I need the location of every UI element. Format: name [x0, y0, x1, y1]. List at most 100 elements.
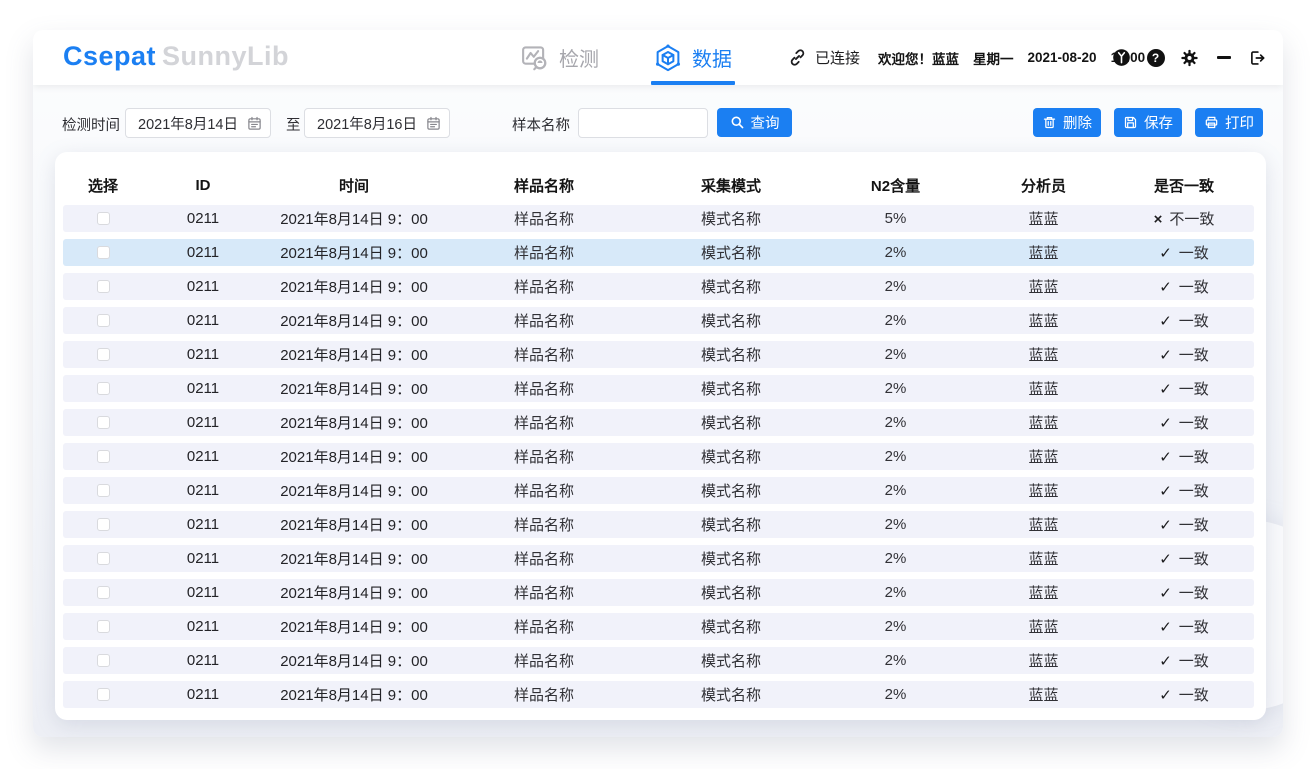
table-row[interactable]: 0211 2021年8月14日 9：00 样品名称 模式名称 2% 蓝蓝 ✓一致	[63, 273, 1254, 300]
cell-analyst: 蓝蓝	[972, 548, 1115, 569]
consistency-status: 一致	[1179, 381, 1209, 398]
table-row[interactable]: 0211 2021年8月14日 9：00 样品名称 模式名称 2% 蓝蓝 ✓一致	[63, 375, 1254, 402]
cell-consistency: ✓一致	[1115, 344, 1253, 365]
cell-time: 2021年8月14日 9：00	[263, 480, 445, 501]
row-checkbox[interactable]	[97, 450, 110, 463]
cell-n2: 2%	[819, 448, 972, 465]
table-row[interactable]: 0211 2021年8月14日 9：00 样品名称 模式名称 2% 蓝蓝 ✓一致	[63, 409, 1254, 436]
table-row[interactable]: 0211 2021年8月14日 9：00 样品名称 模式名称 5% 蓝蓝 ×不一…	[63, 205, 1254, 232]
consistency-status: 一致	[1179, 517, 1209, 534]
cell-sample: 样品名称	[445, 242, 643, 263]
row-checkbox[interactable]	[97, 280, 110, 293]
table-row[interactable]: 0211 2021年8月14日 9：00 样品名称 模式名称 2% 蓝蓝 ✓一致	[63, 307, 1254, 334]
save-button[interactable]: 保存	[1114, 108, 1182, 137]
cell-consistency: ✓一致	[1115, 548, 1253, 569]
cell-time: 2021年8月14日 9：00	[263, 616, 445, 637]
row-checkbox[interactable]	[97, 416, 110, 429]
consistency-mark-icon: ✓	[1159, 312, 1172, 330]
table-row[interactable]: 0211 2021年8月14日 9：00 样品名称 模式名称 2% 蓝蓝 ✓一致	[63, 681, 1254, 708]
cell-consistency: ✓一致	[1115, 582, 1253, 603]
cell-id: 0211	[143, 652, 263, 669]
chart-magnifier-icon	[520, 43, 550, 73]
consistency-mark-icon: ✓	[1159, 686, 1172, 704]
table-row[interactable]: 0211 2021年8月14日 9：00 样品名称 模式名称 2% 蓝蓝 ✓一致	[63, 613, 1254, 640]
row-checkbox[interactable]	[97, 484, 110, 497]
table-header-row: 选择 ID 时间 样品名称 采集模式 N2含量 分析员 是否一致	[63, 165, 1254, 205]
row-checkbox[interactable]	[97, 688, 110, 701]
cell-time: 2021年8月14日 9：00	[263, 412, 445, 433]
cell-consistency: ✓一致	[1115, 616, 1253, 637]
cell-consistency: ✓一致	[1115, 514, 1253, 535]
cell-sample: 样品名称	[445, 514, 643, 535]
cell-n2: 2%	[819, 686, 972, 703]
table-row[interactable]: 0211 2021年8月14日 9：00 样品名称 模式名称 2% 蓝蓝 ✓一致	[63, 443, 1254, 470]
row-checkbox[interactable]	[97, 212, 110, 225]
consistency-status: 一致	[1179, 483, 1209, 500]
sample-name-input[interactable]	[578, 108, 708, 138]
delete-button-label: 删除	[1063, 112, 1092, 133]
table-row[interactable]: 0211 2021年8月14日 9：00 样品名称 模式名称 2% 蓝蓝 ✓一致	[63, 579, 1254, 606]
row-checkbox[interactable]	[97, 654, 110, 667]
cell-mode: 模式名称	[643, 650, 819, 671]
tab-detection[interactable]: 检测	[520, 30, 599, 85]
date-to-input[interactable]: 2021年8月16日	[304, 108, 450, 138]
cell-analyst: 蓝蓝	[972, 514, 1115, 535]
row-checkbox[interactable]	[97, 586, 110, 599]
consistency-status: 一致	[1179, 347, 1209, 364]
logout-icon[interactable]	[1248, 48, 1267, 67]
settings-gear-icon[interactable]	[1180, 48, 1199, 67]
table-row[interactable]: 0211 2021年8月14日 9：00 样品名称 模式名称 2% 蓝蓝 ✓一致	[63, 647, 1254, 674]
search-icon	[730, 115, 745, 130]
table-row[interactable]: 0211 2021年8月14日 9：00 样品名称 模式名称 2% 蓝蓝 ✓一致	[63, 477, 1254, 504]
cell-mode: 模式名称	[643, 310, 819, 331]
table-row[interactable]: 0211 2021年8月14日 9：00 样品名称 模式名称 2% 蓝蓝 ✓一致	[63, 511, 1254, 538]
consistency-mark-icon: ✓	[1159, 380, 1172, 398]
cell-time: 2021年8月14日 9：00	[263, 378, 445, 399]
date-from-value: 2021年8月14日	[138, 113, 247, 134]
cell-analyst: 蓝蓝	[972, 582, 1115, 603]
row-checkbox[interactable]	[97, 620, 110, 633]
delete-button[interactable]: 删除	[1033, 108, 1101, 137]
cell-id: 0211	[143, 380, 263, 397]
query-button[interactable]: 查询	[717, 108, 792, 137]
calendar-icon	[247, 116, 262, 131]
wrench-circle-icon[interactable]	[1112, 48, 1131, 67]
consistency-mark-icon: ✓	[1159, 414, 1172, 432]
date-from-input[interactable]: 2021年8月14日	[125, 108, 271, 138]
minimize-icon[interactable]	[1214, 48, 1233, 67]
cell-id: 0211	[143, 278, 263, 295]
cell-id: 0211	[143, 686, 263, 703]
row-checkbox[interactable]	[97, 314, 110, 327]
row-checkbox[interactable]	[97, 382, 110, 395]
consistency-mark-icon: ×	[1154, 211, 1163, 228]
cell-n2: 2%	[819, 550, 972, 567]
active-tab-indicator	[651, 81, 735, 85]
column-header-select: 选择	[63, 175, 143, 196]
row-checkbox[interactable]	[97, 552, 110, 565]
table-row[interactable]: 0211 2021年8月14日 9：00 样品名称 模式名称 2% 蓝蓝 ✓一致	[63, 341, 1254, 368]
cell-analyst: 蓝蓝	[972, 378, 1115, 399]
cell-sample: 样品名称	[445, 548, 643, 569]
welcome-weekday: 星期一	[973, 48, 1014, 68]
cell-sample: 样品名称	[445, 650, 643, 671]
cell-id: 0211	[143, 584, 263, 601]
cell-id: 0211	[143, 244, 263, 261]
row-checkbox[interactable]	[97, 246, 110, 259]
row-checkbox[interactable]	[97, 518, 110, 531]
app-header: CsepatSunnyLib 检测	[33, 30, 1283, 85]
row-checkbox[interactable]	[97, 348, 110, 361]
print-button[interactable]: 打印	[1195, 108, 1263, 137]
cell-analyst: 蓝蓝	[972, 310, 1115, 331]
consistency-mark-icon: ✓	[1159, 244, 1172, 262]
column-header-id: ID	[143, 177, 263, 194]
tab-data[interactable]: 数据	[653, 30, 732, 85]
table-actions: 删除 保存	[1033, 108, 1263, 137]
cell-analyst: 蓝蓝	[972, 616, 1115, 637]
cell-time: 2021年8月14日 9：00	[263, 684, 445, 705]
table-row[interactable]: 0211 2021年8月14日 9：00 样品名称 模式名称 2% 蓝蓝 ✓一致	[63, 545, 1254, 572]
table-row[interactable]: 0211 2021年8月14日 9：00 样品名称 模式名称 2% 蓝蓝 ✓一致	[63, 239, 1254, 266]
cell-mode: 模式名称	[643, 208, 819, 229]
help-circle-icon[interactable]: ?	[1146, 48, 1165, 67]
date-to-value: 2021年8月16日	[317, 113, 426, 134]
cell-mode: 模式名称	[643, 344, 819, 365]
